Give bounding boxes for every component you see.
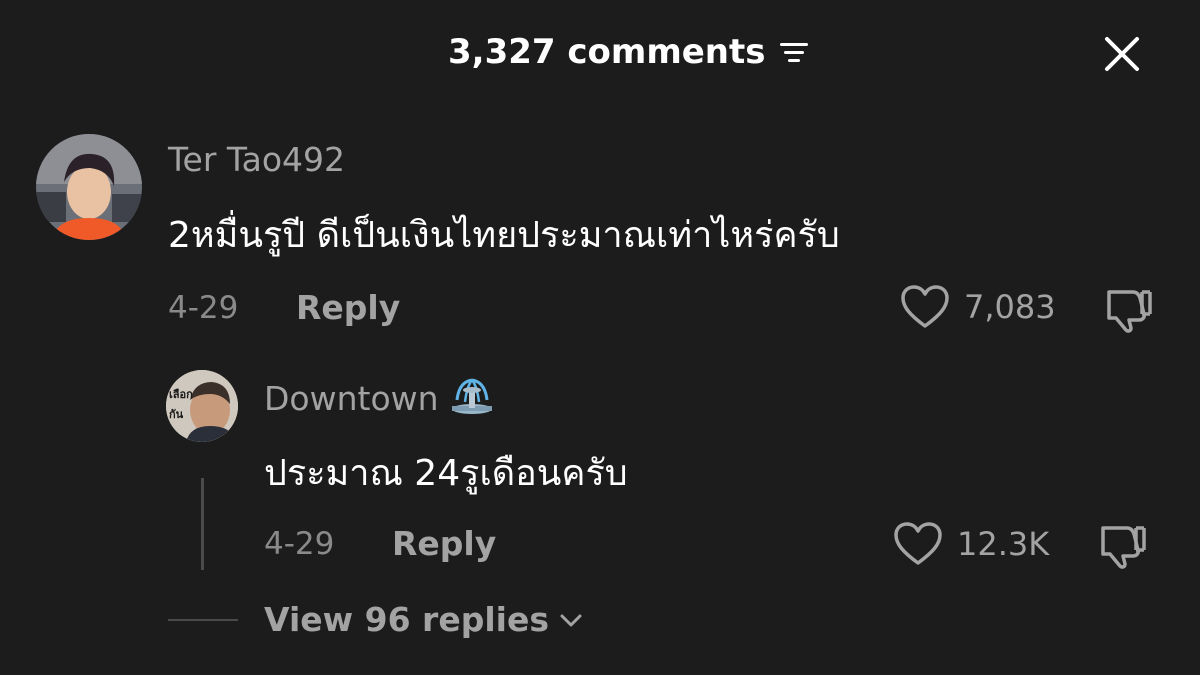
avatar[interactable] — [36, 134, 142, 240]
view-replies-button[interactable]: View 96 replies — [264, 600, 585, 639]
view-replies-divider — [168, 619, 238, 621]
close-x-icon — [1105, 37, 1139, 71]
thread-line — [201, 478, 204, 570]
header-title: 3,327 comments — [448, 30, 810, 74]
reply-username-text: Downtown — [264, 379, 439, 418]
heart-icon — [894, 522, 942, 565]
like-count: 7,083 — [964, 288, 1056, 326]
reply-date: 4-29 — [264, 526, 335, 562]
reply-dislike-button[interactable] — [1097, 520, 1147, 570]
comment-text: 2หมื่นรูปี ดีเป็นเงินไทยประมาณเท่าไหร่คร… — [168, 215, 840, 256]
thumbs-down-icon — [1107, 290, 1152, 333]
svg-text:กัน: กัน — [169, 408, 184, 421]
view-replies-label: View 96 replies — [264, 600, 549, 639]
reply-reply-button[interactable]: Reply — [392, 524, 496, 563]
dislike-button[interactable] — [1103, 284, 1153, 334]
like-button[interactable]: 7,083 — [900, 284, 1056, 330]
comment-count: 3,327 comments — [448, 32, 766, 72]
reply-username[interactable]: Downtown — [264, 376, 495, 418]
chevron-down-icon — [560, 614, 582, 626]
comments-header: 3,327 comments — [0, 0, 1200, 100]
thumbs-down-icon — [1101, 526, 1146, 569]
reply-text: ประมาณ 24รูเดือนครับ — [264, 453, 628, 494]
comment-username[interactable]: Ter Tao492 — [168, 140, 345, 179]
comment-date: 4-29 — [168, 290, 239, 326]
svg-text:เลือก: เลือก — [169, 388, 193, 401]
reply-like-button[interactable]: 12.3K — [893, 521, 1049, 567]
reply-like-count: 12.3K — [957, 525, 1050, 563]
heart-icon — [901, 285, 949, 328]
filter-lines-icon[interactable] — [778, 36, 810, 68]
close-button[interactable] — [1098, 30, 1146, 78]
reply-avatar[interactable]: เลือก กัน — [166, 370, 238, 442]
reply-button[interactable]: Reply — [296, 288, 400, 327]
fountain-emoji-icon — [449, 376, 495, 416]
